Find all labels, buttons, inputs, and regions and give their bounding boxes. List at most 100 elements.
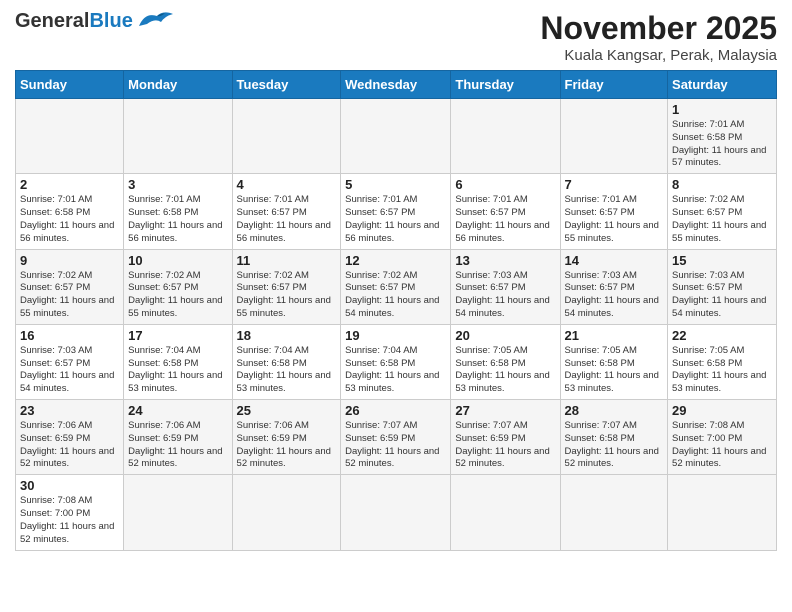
day-info: Sunrise: 7:07 AMSunset: 6:59 PMDaylight:… [455, 420, 555, 471]
calendar-cell: 17 Sunrise: 7:04 AMSunset: 6:58 PMDayligh… [124, 324, 232, 399]
day-info: Sunrise: 7:04 AMSunset: 6:58 PMDaylight:… [345, 345, 446, 396]
week-row-1: 1 Sunrise: 7:01 AMSunset: 6:58 PMDaylight… [16, 99, 777, 174]
calendar-cell [232, 99, 341, 174]
day-number: 18 [237, 328, 337, 343]
calendar-cell: 14Sunrise: 7:03 AMSunset: 6:57 PMDayligh… [560, 249, 668, 324]
week-row-2: 2 Sunrise: 7:01 AMSunset: 6:58 PMDaylight… [16, 174, 777, 249]
logo-blue: Blue [89, 10, 132, 33]
day-info: Sunrise: 7:01 AMSunset: 6:57 PMDaylight:… [237, 194, 337, 245]
day-info: Sunrise: 7:07 AMSunset: 6:59 PMDaylight:… [345, 420, 446, 471]
day-info: Sunrise: 7:01 AMSunset: 6:57 PMDaylight:… [455, 194, 555, 245]
day-number: 25 [237, 403, 337, 418]
calendar-cell: 21 Sunrise: 7:05 AMSunset: 6:58 PMDayligh… [560, 324, 668, 399]
day-info: Sunrise: 7:07 AMSunset: 6:58 PMDaylight:… [565, 420, 664, 471]
day-number: 27 [455, 403, 555, 418]
day-number: 26 [345, 403, 446, 418]
day-number: 15 [672, 253, 772, 268]
weekday-monday: Monday [124, 71, 232, 99]
calendar-cell [560, 99, 668, 174]
week-row-4: 16 Sunrise: 7:03 AMSunset: 6:57 PMDayligh… [16, 324, 777, 399]
day-number: 7 [565, 177, 664, 192]
day-info: Sunrise: 7:04 AMSunset: 6:58 PMDaylight:… [128, 345, 227, 396]
title-area: November 2025 Kuala Kangsar, Perak, Mala… [540, 10, 777, 64]
day-info: Sunrise: 7:03 AMSunset: 6:57 PMDaylight:… [672, 270, 772, 321]
day-info: Sunrise: 7:02 AMSunset: 6:57 PMDaylight:… [128, 270, 227, 321]
day-info: Sunrise: 7:02 AMSunset: 6:57 PMDaylight:… [20, 270, 119, 321]
day-number: 6 [455, 177, 555, 192]
calendar-cell [232, 475, 341, 550]
weekday-friday: Friday [560, 71, 668, 99]
day-number: 11 [237, 253, 337, 268]
calendar-cell: 12 Sunrise: 7:02 AMSunset: 6:57 PMDayligh… [341, 249, 451, 324]
day-number: 30 [20, 478, 119, 493]
logo-general: General [15, 10, 89, 33]
calendar-cell: 2 Sunrise: 7:01 AMSunset: 6:58 PMDaylight… [16, 174, 124, 249]
calendar-cell [341, 475, 451, 550]
day-number: 13 [455, 253, 555, 268]
calendar-cell: 6 Sunrise: 7:01 AMSunset: 6:57 PMDaylight… [451, 174, 560, 249]
weekday-sunday: Sunday [16, 71, 124, 99]
calendar-cell: 25 Sunrise: 7:06 AMSunset: 6:59 PMDayligh… [232, 400, 341, 475]
calendar-cell: 29Sunrise: 7:08 AMSunset: 7:00 PMDayligh… [668, 400, 777, 475]
day-number: 16 [20, 328, 119, 343]
day-info: Sunrise: 7:01 AMSunset: 6:58 PMDaylight:… [20, 194, 119, 245]
day-info: Sunrise: 7:06 AMSunset: 6:59 PMDaylight:… [20, 420, 119, 471]
day-info: Sunrise: 7:06 AMSunset: 6:59 PMDaylight:… [128, 420, 227, 471]
weekday-header-row: SundayMondayTuesdayWednesdayThursdayFrid… [16, 71, 777, 99]
day-number: 9 [20, 253, 119, 268]
calendar-cell [124, 99, 232, 174]
day-info: Sunrise: 7:01 AMSunset: 6:57 PMDaylight:… [565, 194, 664, 245]
calendar-cell [451, 99, 560, 174]
day-info: Sunrise: 7:06 AMSunset: 6:59 PMDaylight:… [237, 420, 337, 471]
calendar-cell: 15 Sunrise: 7:03 AMSunset: 6:57 PMDayligh… [668, 249, 777, 324]
weekday-saturday: Saturday [668, 71, 777, 99]
calendar-cell: 5Sunrise: 7:01 AMSunset: 6:57 PMDaylight… [341, 174, 451, 249]
calendar-cell [341, 99, 451, 174]
calendar-cell: 20Sunrise: 7:05 AMSunset: 6:58 PMDayligh… [451, 324, 560, 399]
week-row-3: 9 Sunrise: 7:02 AMSunset: 6:57 PMDaylight… [16, 249, 777, 324]
calendar-cell: 26 Sunrise: 7:07 AMSunset: 6:59 PMDayligh… [341, 400, 451, 475]
day-number: 29 [672, 403, 772, 418]
day-info: Sunrise: 7:04 AMSunset: 6:58 PMDaylight:… [237, 345, 337, 396]
day-info: Sunrise: 7:05 AMSunset: 6:58 PMDaylight:… [565, 345, 664, 396]
day-info: Sunrise: 7:03 AMSunset: 6:57 PMDaylight:… [565, 270, 664, 321]
calendar-cell: 19 Sunrise: 7:04 AMSunset: 6:58 PMDayligh… [341, 324, 451, 399]
calendar-table: SundayMondayTuesdayWednesdayThursdayFrid… [15, 70, 777, 551]
day-number: 23 [20, 403, 119, 418]
calendar-cell [124, 475, 232, 550]
week-row-5: 23 Sunrise: 7:06 AMSunset: 6:59 PMDayligh… [16, 400, 777, 475]
weekday-thursday: Thursday [451, 71, 560, 99]
calendar-cell: 23 Sunrise: 7:06 AMSunset: 6:59 PMDayligh… [16, 400, 124, 475]
calendar-cell: 3Sunrise: 7:01 AMSunset: 6:58 PMDaylight… [124, 174, 232, 249]
weekday-tuesday: Tuesday [232, 71, 341, 99]
calendar-cell [16, 99, 124, 174]
calendar-cell: 10 Sunrise: 7:02 AMSunset: 6:57 PMDayligh… [124, 249, 232, 324]
weekday-wednesday: Wednesday [341, 71, 451, 99]
calendar-cell: 28Sunrise: 7:07 AMSunset: 6:58 PMDayligh… [560, 400, 668, 475]
day-number: 3 [128, 177, 227, 192]
day-number: 5 [345, 177, 446, 192]
day-number: 10 [128, 253, 227, 268]
day-info: Sunrise: 7:02 AMSunset: 6:57 PMDaylight:… [672, 194, 772, 245]
day-number: 12 [345, 253, 446, 268]
calendar-cell: 7 Sunrise: 7:01 AMSunset: 6:57 PMDaylight… [560, 174, 668, 249]
logo-bird-icon [137, 8, 175, 32]
day-info: Sunrise: 7:03 AMSunset: 6:57 PMDaylight:… [455, 270, 555, 321]
logo-area: General Blue [15, 10, 175, 33]
calendar-cell: 8Sunrise: 7:02 AMSunset: 6:57 PMDaylight… [668, 174, 777, 249]
day-number: 19 [345, 328, 446, 343]
day-info: Sunrise: 7:02 AMSunset: 6:57 PMDaylight:… [345, 270, 446, 321]
day-number: 20 [455, 328, 555, 343]
calendar-cell: 1 Sunrise: 7:01 AMSunset: 6:58 PMDaylight… [668, 99, 777, 174]
day-number: 1 [672, 102, 772, 117]
calendar-cell: 11Sunrise: 7:02 AMSunset: 6:57 PMDayligh… [232, 249, 341, 324]
day-info: Sunrise: 7:01 AMSunset: 6:58 PMDaylight:… [672, 119, 772, 170]
day-number: 21 [565, 328, 664, 343]
calendar-cell [451, 475, 560, 550]
calendar-cell [668, 475, 777, 550]
day-info: Sunrise: 7:03 AMSunset: 6:57 PMDaylight:… [20, 345, 119, 396]
day-number: 2 [20, 177, 119, 192]
calendar-cell [560, 475, 668, 550]
day-number: 17 [128, 328, 227, 343]
day-number: 22 [672, 328, 772, 343]
